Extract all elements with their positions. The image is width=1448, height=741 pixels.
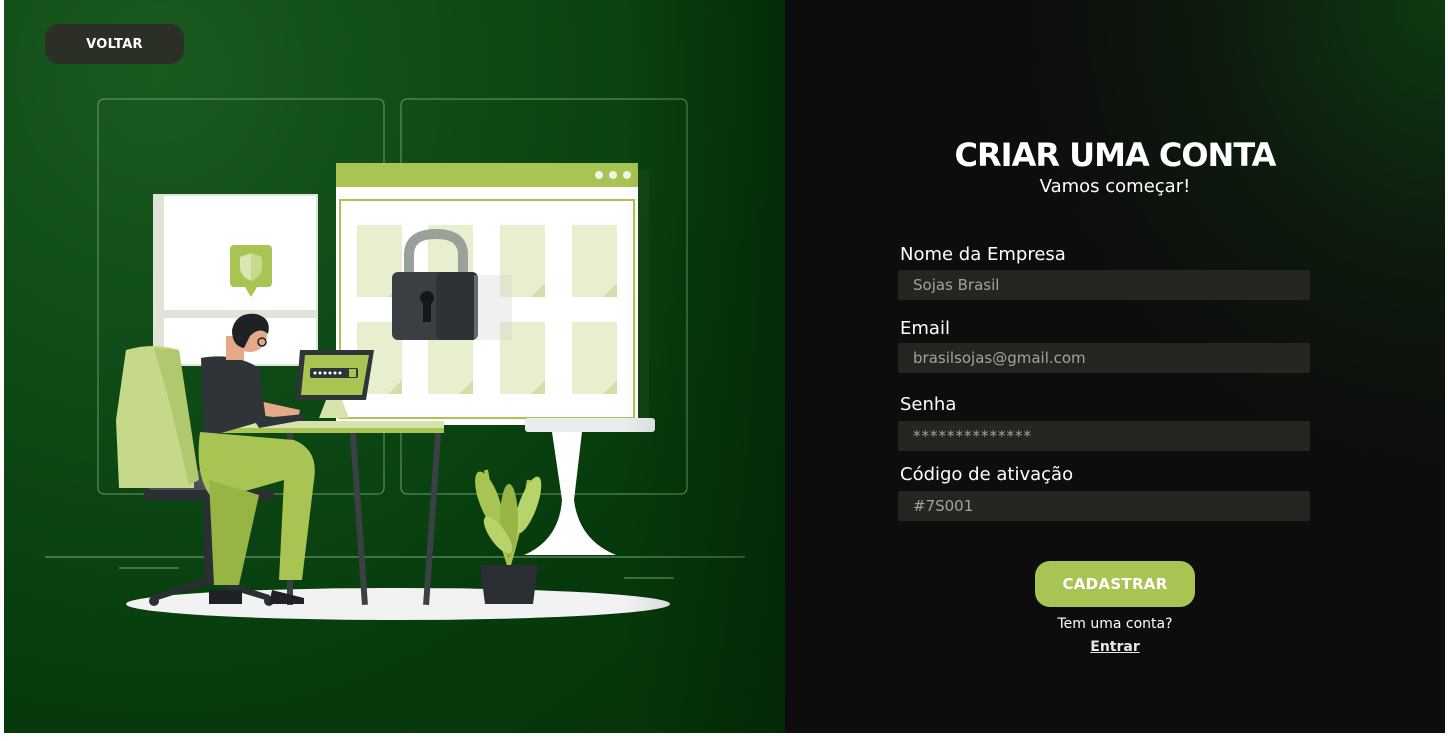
app-frame: VOLTAR CRIAR UMA CONTA Vamos começar! No… (4, 0, 1445, 733)
login-link[interactable]: Entrar (1090, 639, 1139, 655)
password-input[interactable]: ************** (898, 421, 1310, 451)
security-illustration (45, 98, 745, 620)
activation-code-label: Código de ativação (900, 464, 1074, 485)
email-input[interactable]: brasilsojas@gmail.com (898, 343, 1310, 373)
login-link-row: Entrar (785, 639, 1445, 655)
page-subtitle: Vamos começar! (1039, 176, 1191, 197)
back-button[interactable]: VOLTAR (45, 24, 184, 64)
register-button[interactable]: CADASTRAR (1035, 561, 1195, 607)
page-title: CRIAR UMA CONTA (954, 136, 1277, 174)
company-name-input[interactable]: Sojas Brasil (898, 270, 1310, 300)
has-account-text: Tem uma conta? (1057, 616, 1173, 632)
company-name-label: Nome da Empresa (900, 244, 1066, 265)
password-label: Senha (900, 394, 957, 415)
email-label: Email (900, 318, 950, 339)
left-panel: VOLTAR (4, 0, 785, 733)
activation-code-input[interactable]: #7S001 (898, 491, 1310, 521)
right-panel: CRIAR UMA CONTA Vamos começar! Nome da E… (785, 0, 1445, 733)
